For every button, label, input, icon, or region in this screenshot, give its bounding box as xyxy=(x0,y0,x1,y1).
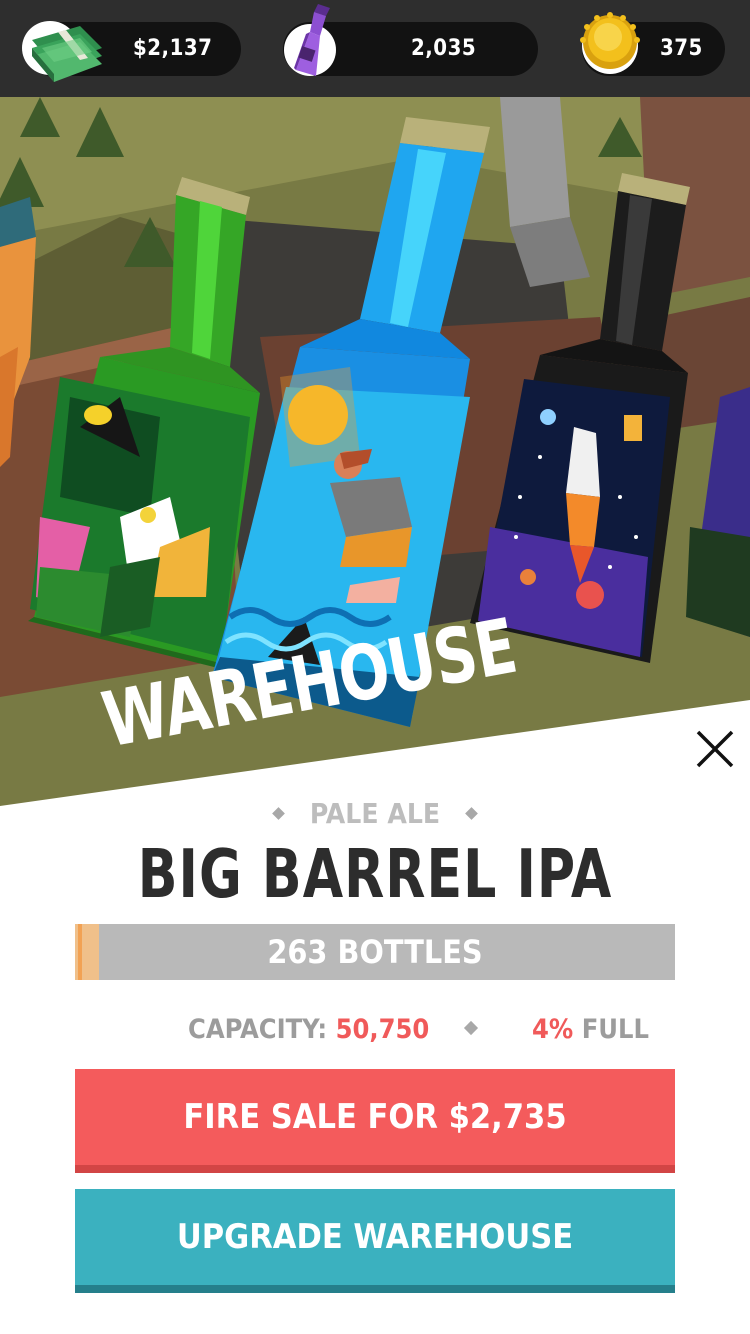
cash-stack-icon xyxy=(22,18,106,88)
capacity-label: CAPACITY: xyxy=(188,1014,328,1045)
stock-progress-bar: 263 BOTTLES xyxy=(75,924,675,980)
diamond-right-icon xyxy=(464,807,478,820)
capacity-value: 50,750 xyxy=(335,1014,430,1045)
upgrade-button-label: UPGRADE WAREHOUSE xyxy=(176,1217,574,1257)
upgrade-button-lip xyxy=(75,1285,675,1293)
gold-bottle-cap-icon xyxy=(578,10,642,80)
top-hud: $2,137 2,035 375 xyxy=(0,0,750,97)
close-button[interactable] xyxy=(690,724,740,774)
cash-value: $2,137 xyxy=(133,36,213,61)
fire-sale-button-label: FIRE SALE FOR $2,735 xyxy=(183,1097,567,1137)
beer-name: BIG BARREL IPA xyxy=(137,834,613,914)
close-icon xyxy=(696,730,734,768)
bottle-value: 2,035 xyxy=(411,36,477,61)
stock-progress-label: 263 BOTTLES xyxy=(267,933,483,971)
purple-bottle-icon xyxy=(282,2,342,86)
beer-style: PALE ALE xyxy=(309,797,441,830)
percent-label: FULL xyxy=(581,1014,649,1045)
percent-stat: 4% FULL xyxy=(532,1008,649,1052)
fire-sale-button[interactable]: FIRE SALE FOR $2,735 xyxy=(75,1069,675,1173)
upgrade-warehouse-button[interactable]: UPGRADE WAREHOUSE xyxy=(75,1189,675,1293)
capacity-stat: CAPACITY: 50,750 xyxy=(188,1008,429,1052)
beer-style-row: PALE ALE xyxy=(0,797,750,830)
cap-value: 375 xyxy=(660,36,703,61)
fire-sale-button-lip xyxy=(75,1165,675,1173)
diamond-left-icon xyxy=(272,807,286,820)
percent-value: 4% xyxy=(532,1014,574,1045)
